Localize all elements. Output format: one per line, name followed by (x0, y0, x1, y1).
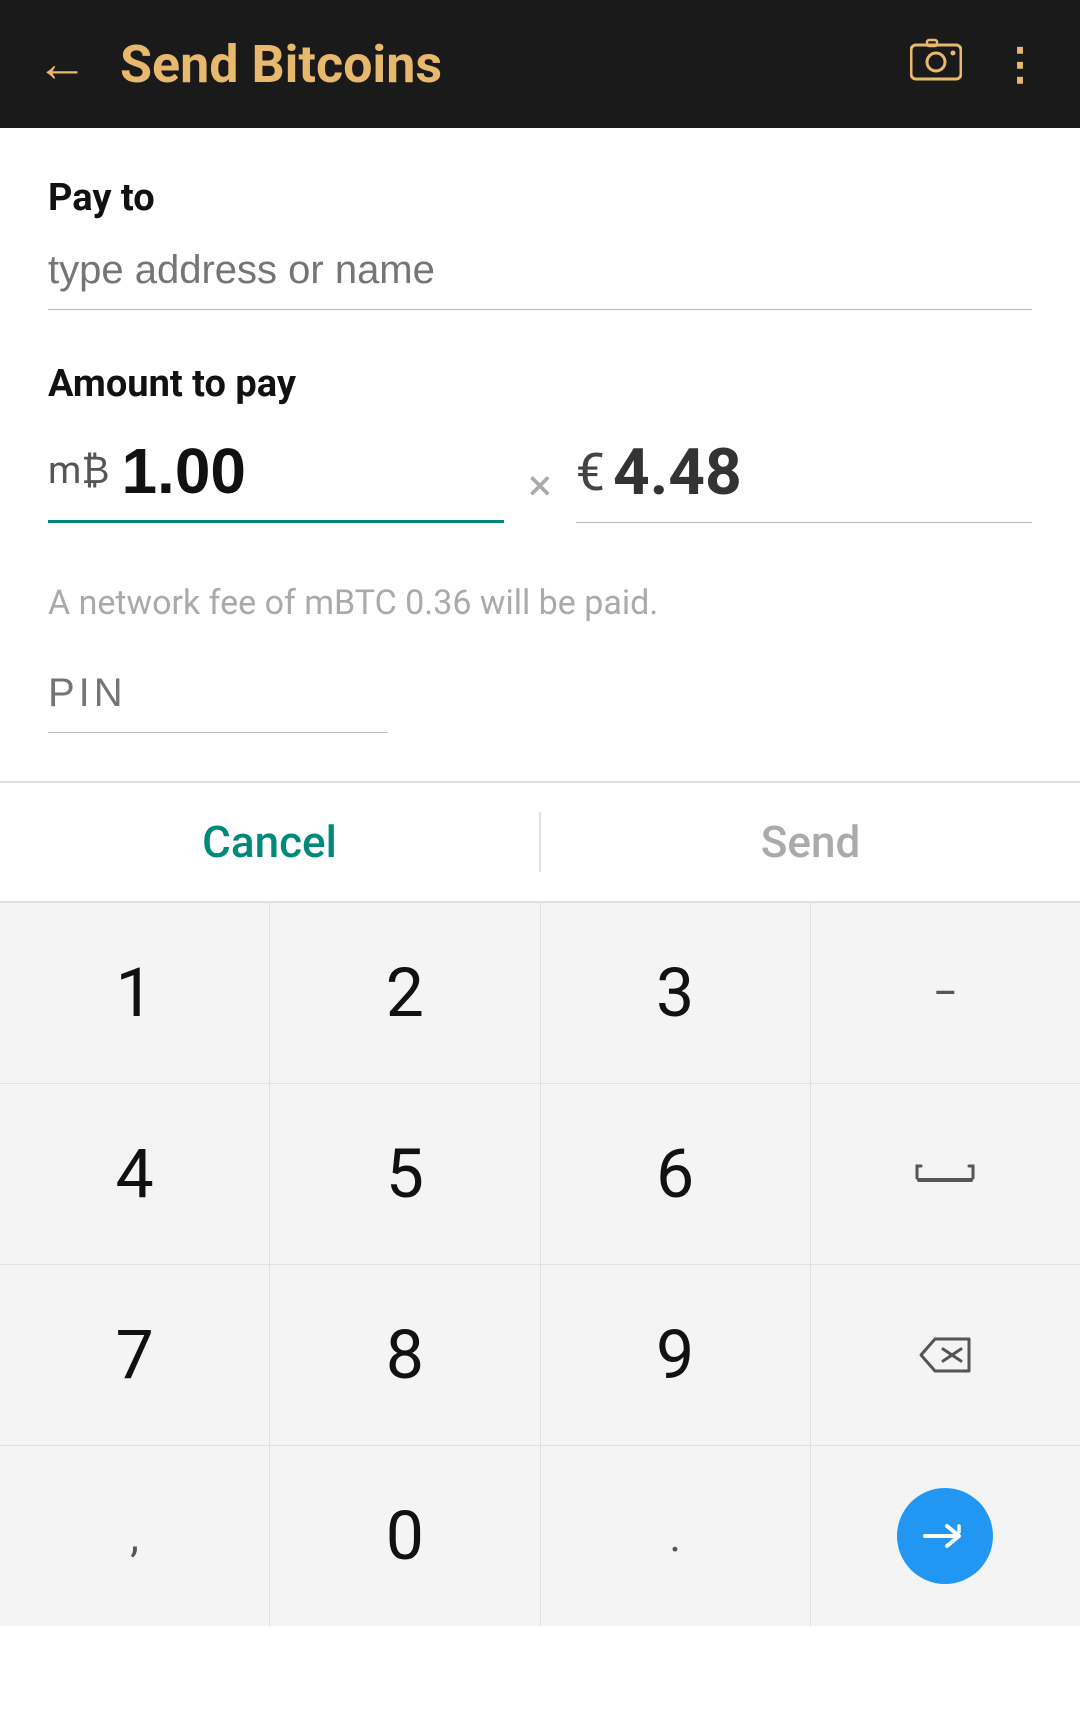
action-buttons: Cancel Send (0, 783, 1080, 903)
send-button[interactable]: Send (541, 816, 1080, 868)
keypad-row-4: , 0 . (0, 1446, 1080, 1626)
key-minus[interactable]: − (811, 903, 1080, 1083)
key-7[interactable]: 7 (0, 1265, 270, 1445)
key-enter[interactable] (897, 1488, 993, 1584)
fee-text: A network fee of mBTC 0.36 will be paid. (48, 583, 1032, 623)
pay-to-section: Pay to (48, 176, 1032, 310)
pay-to-label: Pay to (48, 176, 1032, 220)
form-area: Pay to Amount to pay m₿ × € 4.48 A netwo… (0, 128, 1080, 733)
key-1[interactable]: 1 (0, 903, 270, 1083)
keypad: 1 2 3 − 4 5 6 7 8 9 , 0 (0, 903, 1080, 1626)
key-enter-wrapper (811, 1446, 1080, 1626)
more-options-icon[interactable]: ⋮ (998, 38, 1044, 90)
keypad-row-2: 4 5 6 (0, 1084, 1080, 1265)
key-0[interactable]: 0 (270, 1446, 540, 1626)
address-input[interactable] (48, 248, 1032, 293)
key-4[interactable]: 4 (0, 1084, 270, 1264)
key-6[interactable]: 6 (541, 1084, 811, 1264)
keypad-row-1: 1 2 3 − (0, 903, 1080, 1084)
app-header: ← Send Bitcoins ⋮ (0, 0, 1080, 128)
key-5[interactable]: 5 (270, 1084, 540, 1264)
key-backspace[interactable] (811, 1265, 1080, 1445)
pin-input[interactable] (48, 671, 388, 716)
fiat-amount-wrapper: € 4.48 (576, 435, 1032, 523)
key-9[interactable]: 9 (541, 1265, 811, 1445)
key-space[interactable] (811, 1084, 1080, 1264)
keypad-row-3: 7 8 9 (0, 1265, 1080, 1446)
key-3[interactable]: 3 (541, 903, 811, 1083)
amount-label: Amount to pay (48, 362, 1032, 406)
key-comma[interactable]: , (0, 1446, 270, 1626)
key-dot[interactable]: . (541, 1446, 811, 1626)
fiat-value: 4.48 (613, 435, 742, 510)
back-button[interactable]: ← (36, 38, 88, 90)
camera-icon[interactable] (910, 36, 962, 93)
amount-section: Amount to pay m₿ × € 4.48 (48, 362, 1032, 523)
btc-amount-input[interactable] (121, 434, 504, 508)
pin-wrapper (48, 671, 388, 733)
address-input-wrapper (48, 248, 1032, 310)
key-8[interactable]: 8 (270, 1265, 540, 1445)
cancel-button[interactable]: Cancel (0, 816, 539, 868)
amount-fields: m₿ × € 4.48 (48, 434, 1032, 523)
header-actions: ⋮ (910, 36, 1044, 93)
amount-separator: × (504, 459, 575, 523)
btc-unit: m₿ (48, 449, 109, 493)
page-title: Send Bitcoins (120, 34, 910, 95)
key-2[interactable]: 2 (270, 903, 540, 1083)
btc-amount-wrapper: m₿ (48, 434, 504, 523)
fiat-unit: € (576, 442, 605, 503)
